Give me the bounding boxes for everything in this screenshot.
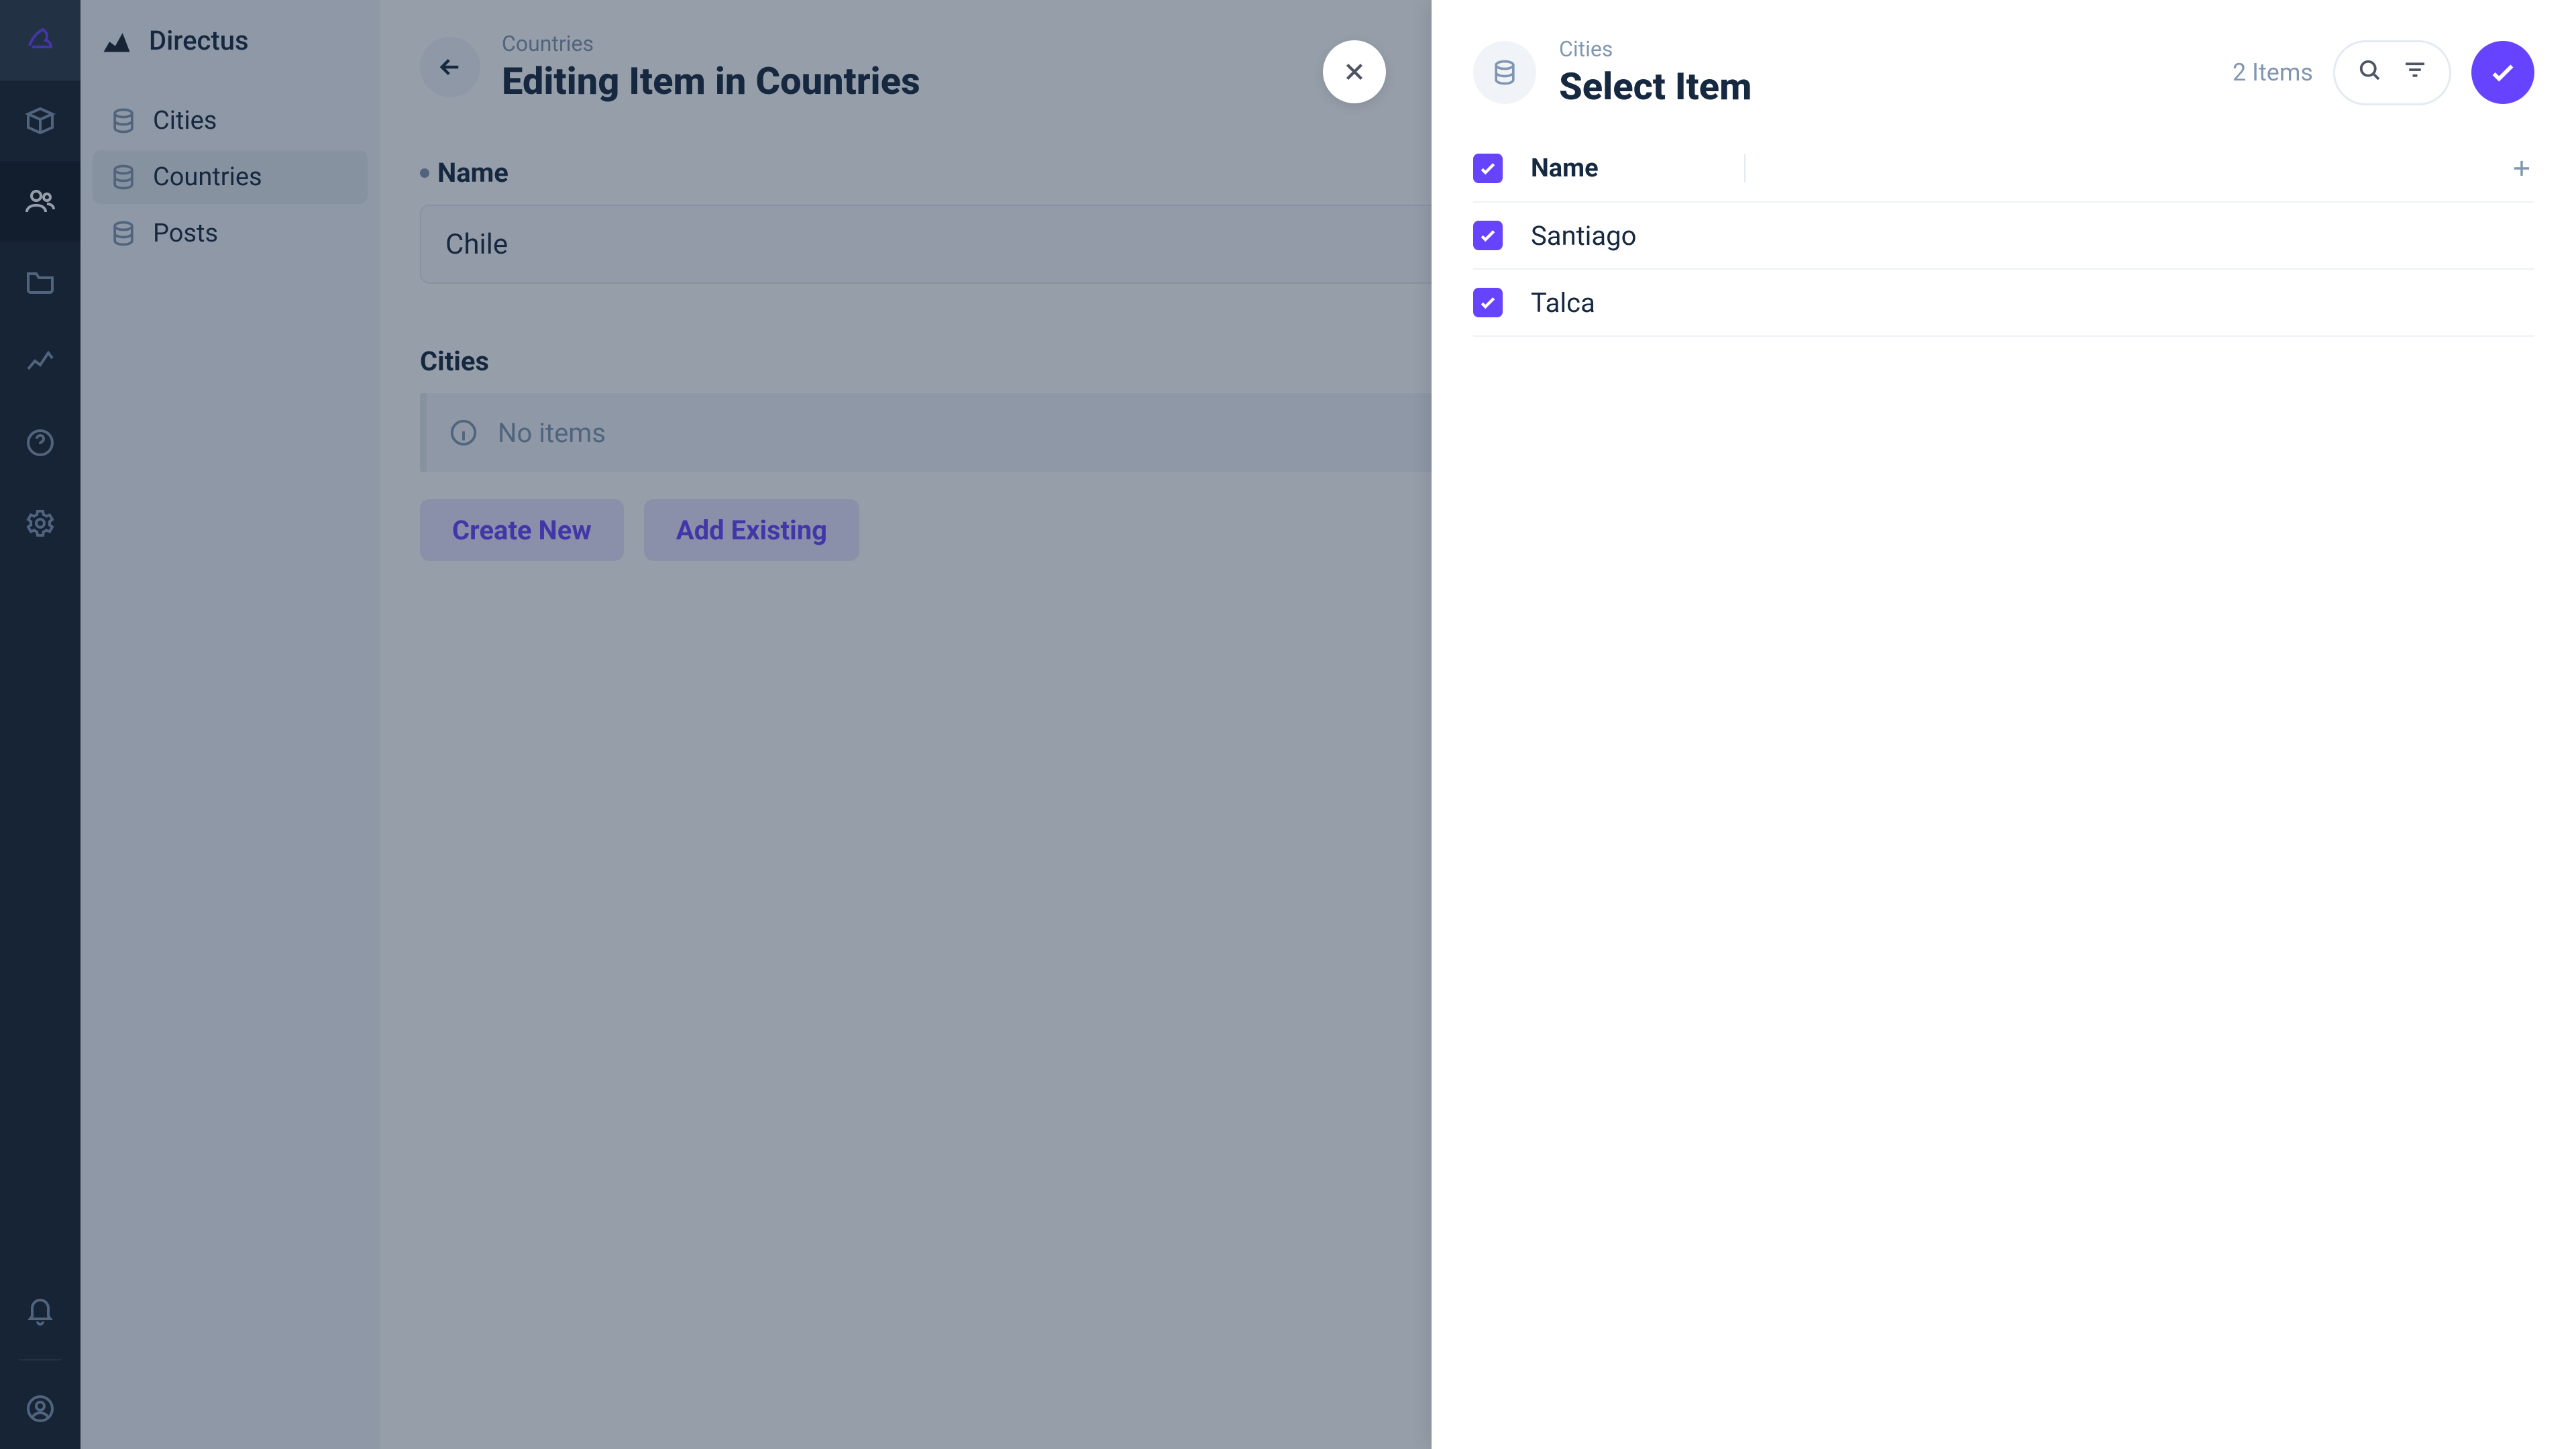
back-button[interactable] xyxy=(420,37,480,97)
create-new-button[interactable]: Create New xyxy=(420,499,624,561)
select-all-checkbox[interactable] xyxy=(1473,154,1503,183)
arrow-left-icon xyxy=(436,53,464,81)
add-existing-button[interactable]: Add Existing xyxy=(644,499,859,561)
sidebar-item-label: Countries xyxy=(153,162,262,192)
folder-icon xyxy=(24,266,56,298)
sidebar-item-posts[interactable]: Posts xyxy=(93,207,368,260)
filter-icon xyxy=(2401,56,2429,84)
button-label: Create New xyxy=(452,515,592,546)
check-icon xyxy=(2487,57,2518,88)
database-icon xyxy=(1490,58,1519,87)
nav-rail xyxy=(0,0,80,1449)
bell-icon xyxy=(24,1295,56,1327)
database-icon xyxy=(109,106,138,136)
no-items-notice: No items xyxy=(420,393,1453,472)
add-column-button[interactable] xyxy=(2494,156,2534,181)
sidebar-header[interactable]: Directus xyxy=(80,0,380,80)
table-row[interactable]: Santiago xyxy=(1473,203,2534,270)
rail-files[interactable] xyxy=(0,241,80,322)
rail-settings[interactable] xyxy=(0,483,80,564)
editor-breadcrumb[interactable]: Countries xyxy=(502,31,920,56)
rail-insights[interactable] xyxy=(0,322,80,402)
users-icon xyxy=(24,185,56,217)
button-label: Add Existing xyxy=(676,515,827,546)
drawer-title: Select Item xyxy=(1559,64,2210,109)
help-icon xyxy=(24,427,56,459)
items-table: Name Santiago xyxy=(1432,136,2576,337)
name-input[interactable] xyxy=(420,205,1453,284)
rail-notifications[interactable] xyxy=(0,1271,80,1351)
check-icon xyxy=(1478,292,1498,313)
rail-separator xyxy=(19,1359,62,1360)
search-filter-group xyxy=(2333,40,2451,105)
column-label: Name xyxy=(1531,154,1599,183)
item-count: 2 Items xyxy=(2233,58,2313,87)
sidebar-item-countries[interactable]: Countries xyxy=(93,150,368,204)
brand-name: Directus xyxy=(149,25,249,56)
plus-icon xyxy=(2509,156,2534,181)
insights-icon xyxy=(24,346,56,378)
select-item-drawer: Cities Select Item 2 Items xyxy=(1432,0,2576,1449)
sidebar-item-label: Posts xyxy=(153,219,218,248)
account-icon xyxy=(24,1393,56,1425)
info-icon xyxy=(448,417,479,448)
brand-logo[interactable] xyxy=(0,0,80,80)
check-icon xyxy=(1478,225,1498,246)
table-row[interactable]: Talca xyxy=(1473,270,2534,337)
row-name-cell: Talca xyxy=(1531,287,1732,319)
sidebar-item-label: Cities xyxy=(153,106,217,136)
signal-icon xyxy=(99,23,134,58)
column-name-header[interactable]: Name xyxy=(1531,154,1732,183)
check-icon xyxy=(1478,158,1498,178)
close-icon xyxy=(1340,58,1368,86)
gear-icon xyxy=(24,507,56,539)
confirm-button[interactable] xyxy=(2471,41,2534,104)
row-checkbox[interactable] xyxy=(1473,288,1503,317)
database-icon xyxy=(109,219,138,248)
drawer-close-button[interactable] xyxy=(1323,40,1386,103)
search-button[interactable] xyxy=(2355,56,2383,90)
database-icon xyxy=(109,162,138,192)
rabbit-logo-icon xyxy=(24,24,56,56)
rail-content[interactable] xyxy=(0,80,80,161)
row-checkbox[interactable] xyxy=(1473,221,1503,250)
box-icon xyxy=(24,105,56,137)
no-items-text: No items xyxy=(498,417,606,449)
row-name-cell: Santiago xyxy=(1531,220,1732,252)
rail-docs[interactable] xyxy=(0,402,80,483)
table-header: Name xyxy=(1473,136,2534,203)
sidebar-item-cities[interactable]: Cities xyxy=(93,94,368,148)
rail-users[interactable] xyxy=(0,161,80,241)
drawer-breadcrumb[interactable]: Cities xyxy=(1559,36,2210,62)
filter-button[interactable] xyxy=(2401,56,2429,90)
search-icon xyxy=(2355,56,2383,84)
collection-sidebar: Directus Cities Countries Posts xyxy=(80,0,380,1449)
drawer-collection-icon xyxy=(1473,41,1536,104)
column-resize-handle[interactable] xyxy=(1744,154,1746,182)
editor-title: Editing Item in Countries xyxy=(502,59,920,103)
rail-account[interactable] xyxy=(0,1368,80,1449)
main: Countries Editing Item in Countries Name… xyxy=(380,0,2576,1449)
